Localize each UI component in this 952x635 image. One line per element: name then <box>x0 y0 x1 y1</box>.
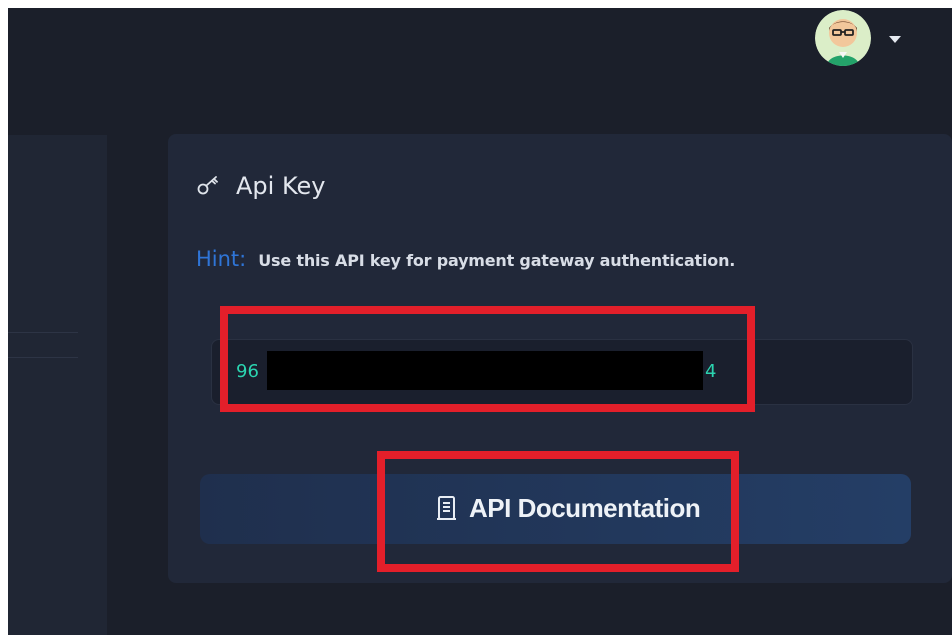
hint-row: Hint: Use this API key for payment gatew… <box>196 247 735 271</box>
api-key-highlight-box <box>220 306 755 412</box>
hint-text: Use this API key for payment gateway aut… <box>258 251 736 270</box>
top-navbar <box>8 8 952 106</box>
left-panel-divider <box>8 357 78 358</box>
user-avatar[interactable] <box>815 10 871 66</box>
card-title: Api Key <box>236 172 326 200</box>
card-header: Api Key <box>196 172 325 200</box>
left-panel-divider <box>8 332 78 333</box>
key-icon <box>196 175 222 197</box>
left-sidebar-panel <box>8 135 107 635</box>
app-screen: Api Key Hint: Use this API key for payme… <box>8 8 952 635</box>
documentation-highlight-box <box>377 451 739 572</box>
chevron-down-icon[interactable] <box>889 36 901 43</box>
hint-label: Hint: <box>196 247 247 271</box>
